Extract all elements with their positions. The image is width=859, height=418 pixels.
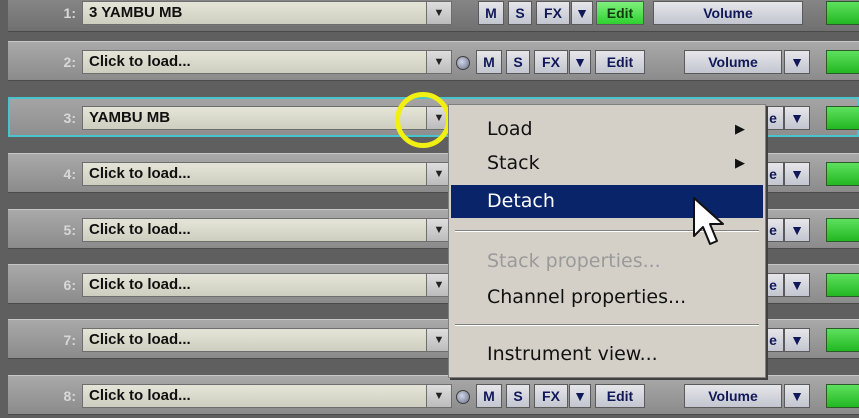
level-meter [826,50,859,74]
row-1-strip: 1: 3 YAMBU MB ▼ M S FX ▼ Edit Volume [0,0,859,34]
instrument-rack: 1: 3 YAMBU MB ▼ M S FX ▼ Edit Volume 2: … [0,0,859,418]
edit-button[interactable]: Edit [596,1,644,25]
row-number: 2: [63,54,76,70]
fx-button[interactable]: FX [536,1,570,25]
fx-button[interactable]: FX [534,50,568,74]
volume-dropdown-arrow-icon[interactable]: ▼ [784,106,810,130]
instrument-slot[interactable]: 3 YAMBU MB [82,1,450,25]
volume-dropdown-arrow-icon[interactable]: ▼ [784,218,810,242]
level-meter [826,384,859,408]
instrument-name: Click to load... [89,165,191,182]
fx-dropdown-arrow-icon[interactable]: ▼ [569,384,591,408]
menu-item-load[interactable]: Load ▶ [451,113,763,146]
instrument-slot[interactable]: Click to load... [82,50,450,74]
volume-dropdown-arrow-icon[interactable]: ▼ [784,384,810,408]
mute-button[interactable]: M [478,1,504,25]
edit-button[interactable]: Edit [595,50,645,74]
dropdown-arrow-icon[interactable]: ▼ [426,50,452,74]
instrument-name: Click to load... [89,221,191,238]
volume-button[interactable]: Volume [684,50,782,74]
mute-button[interactable]: M [476,50,502,74]
row-number: 5: [63,222,76,238]
row-number: 1: [63,5,76,21]
menu-item-channel-properties[interactable]: Channel properties... [451,281,763,314]
instrument-slot[interactable]: Click to load... [82,328,450,352]
instrument-name: 3 YAMBU MB [89,4,183,21]
volume-button[interactable]: Volume [653,1,803,25]
menu-item-label: Instrument view... [487,343,658,365]
row-number: 3: [63,110,76,126]
edit-button[interactable]: Edit [595,384,645,408]
level-meter [826,218,859,242]
power-icon[interactable] [456,390,470,404]
instrument-name: Click to load... [89,53,191,70]
menu-item-label: Stack properties... [487,250,661,272]
mute-button[interactable]: M [476,384,502,408]
instrument-row-2[interactable]: 2: Click to load... ▼ M S FX ▼ Edit Volu… [8,41,859,81]
level-meter [826,1,859,25]
highlight-circle [395,92,451,148]
instrument-slot[interactable]: Click to load... [82,384,450,408]
volume-button[interactable]: Volume [684,384,782,408]
instrument-slot[interactable]: Click to load... [82,273,450,297]
level-meter [826,328,859,352]
instrument-name: YAMBU MB [89,109,171,126]
menu-item-label: Stack [487,152,540,174]
solo-button[interactable]: S [508,1,532,25]
volume-dropdown-arrow-icon[interactable]: ▼ [784,50,810,74]
menu-separator [455,324,759,326]
solo-button[interactable]: S [506,50,530,74]
submenu-arrow-icon: ▶ [735,122,745,137]
volume-dropdown-arrow-icon[interactable]: ▼ [784,162,810,186]
level-meter [826,162,859,186]
menu-item-label: Load [487,118,533,140]
row-number: 8: [63,388,76,404]
instrument-slot[interactable]: Click to load... [82,162,450,186]
instrument-name: Click to load... [89,387,191,404]
instrument-slot[interactable]: Click to load... [82,218,450,242]
mouse-cursor-icon [693,197,724,245]
submenu-arrow-icon: ▶ [735,156,745,171]
dropdown-arrow-icon[interactable]: ▼ [426,384,452,408]
instrument-name: Click to load... [89,331,191,348]
menu-item-label: Channel properties... [487,286,687,308]
fx-dropdown-arrow-icon[interactable]: ▼ [569,50,591,74]
instrument-row-8[interactable]: 8: Click to load... ▼ M S FX ▼ Edit Volu… [8,375,859,415]
menu-item-label: Detach [487,190,555,212]
row-number: 6: [63,277,76,293]
level-meter [826,273,859,297]
instrument-row-1[interactable]: 1: 3 YAMBU MB ▼ M S FX ▼ Edit Volume [8,0,859,32]
dropdown-arrow-icon[interactable]: ▼ [426,1,452,25]
level-meter [826,106,859,130]
volume-dropdown-arrow-icon[interactable]: ▼ [784,328,810,352]
instrument-name: Click to load... [89,276,191,293]
menu-item-stack[interactable]: Stack ▶ [451,147,763,180]
volume-dropdown-arrow-icon[interactable]: ▼ [784,273,810,297]
solo-button[interactable]: S [506,384,530,408]
fx-button[interactable]: FX [534,384,568,408]
row-number: 7: [63,332,76,348]
row-number: 4: [63,166,76,182]
fx-dropdown-arrow-icon[interactable]: ▼ [571,1,593,25]
menu-item-instrument-view[interactable]: Instrument view... [451,338,763,371]
power-icon[interactable] [456,56,470,70]
